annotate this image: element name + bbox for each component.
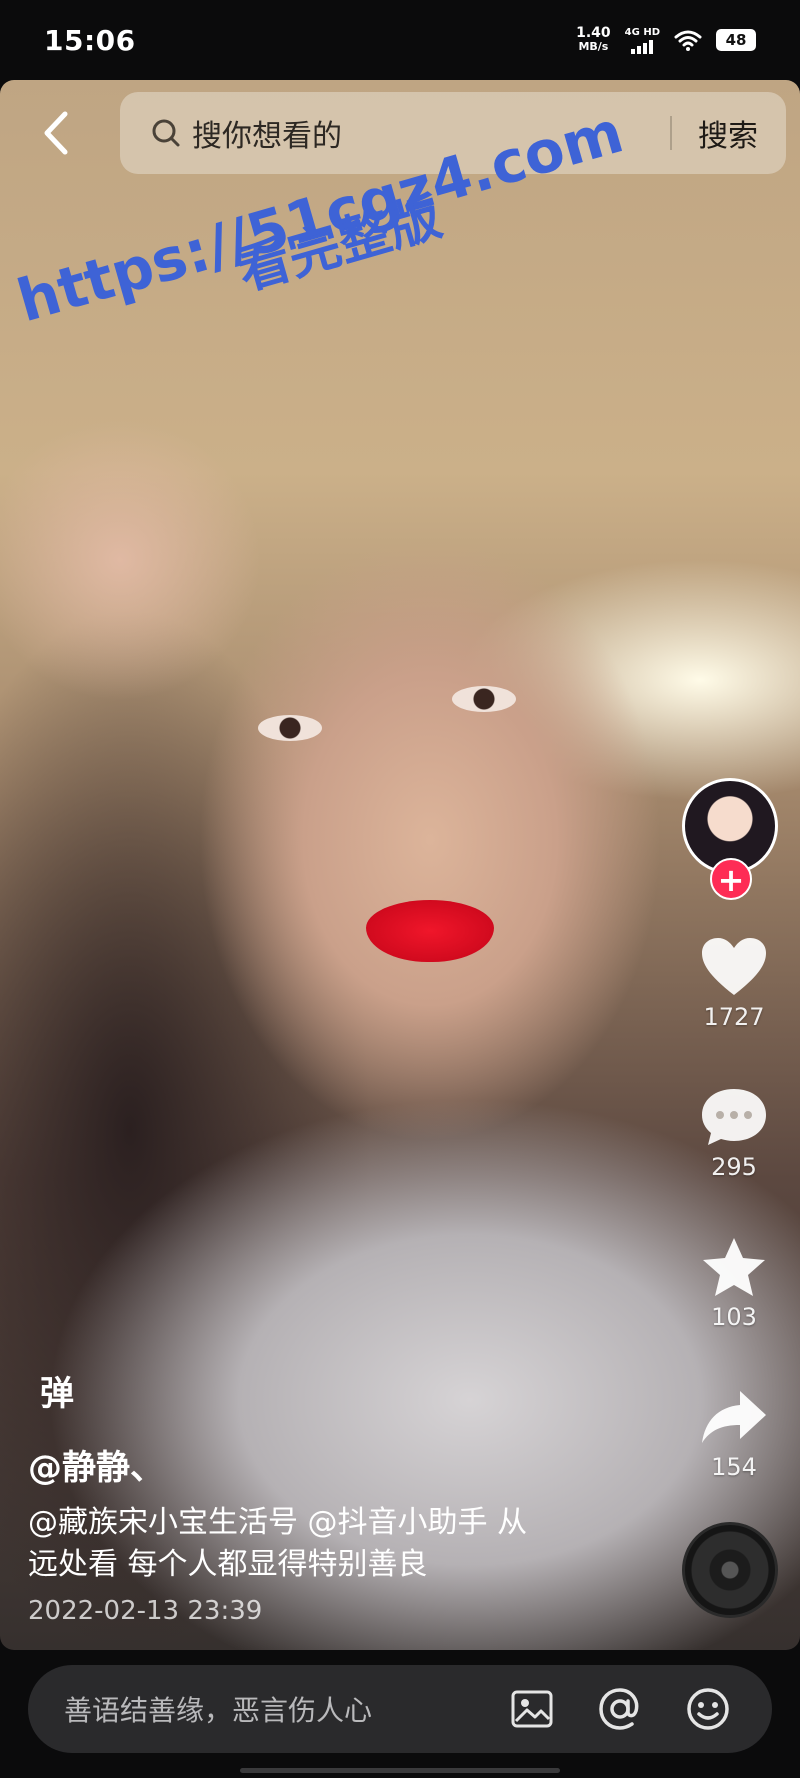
danmaku-toggle[interactable]: 弹: [40, 1366, 74, 1415]
like-count: 1727: [703, 1003, 765, 1031]
back-arrow-icon: [44, 111, 68, 155]
video-frame-detail: [258, 715, 322, 741]
image-icon[interactable]: [508, 1685, 556, 1733]
network-speed: 1.40 MB/s: [576, 26, 611, 54]
follow-button[interactable]: +: [710, 858, 752, 900]
video-player[interactable]: [0, 80, 800, 1650]
cellular-signal: 4G HD: [625, 27, 660, 54]
search-button[interactable]: 搜索: [672, 111, 786, 155]
comment-bar[interactable]: 善语结善缘，恶言伤人心: [28, 1665, 772, 1753]
share-count: 154: [711, 1453, 757, 1481]
heart-icon: [702, 938, 766, 995]
author-name[interactable]: @静静、: [28, 1440, 164, 1489]
star-icon: [703, 1238, 765, 1296]
like-button[interactable]: 1727: [690, 935, 778, 1031]
comment-count: 295: [711, 1153, 757, 1181]
at-icon[interactable]: [596, 1685, 644, 1733]
home-indicator: [240, 1768, 560, 1773]
comment-input[interactable]: 善语结善缘，恶言伤人心: [28, 1689, 508, 1729]
favorite-count: 103: [711, 1303, 757, 1331]
caption-line: 远处看 每个人都显得特别善良: [28, 1547, 428, 1582]
comment-button[interactable]: 295: [690, 1085, 778, 1181]
video-caption: @藏族宋小宝生活号 @抖音小助手 从 远处看 每个人都显得特别善良: [28, 1502, 628, 1586]
share-button[interactable]: 154: [690, 1385, 778, 1481]
status-indicators: 1.40 MB/s 4G HD 48: [576, 26, 756, 54]
status-time: 15:06: [44, 23, 136, 57]
back-button[interactable]: [34, 105, 78, 161]
network-speed-unit: MB/s: [578, 40, 609, 53]
status-bar: 15:06 1.40 MB/s 4G HD 48: [0, 0, 800, 80]
video-frame-detail: [452, 686, 516, 712]
favorite-button[interactable]: 103: [690, 1235, 778, 1331]
signal-bars-icon: [631, 38, 654, 54]
post-date: 2022-02-13 23:39: [28, 1596, 263, 1626]
search-icon: [152, 119, 180, 147]
caption-line: @藏族宋小宝生活号 @抖音小助手 从: [28, 1505, 528, 1540]
battery-indicator: 48: [716, 29, 756, 51]
music-disc[interactable]: [682, 1522, 778, 1618]
share-arrow-icon: [702, 1391, 766, 1443]
comment-bubble-icon: [702, 1089, 766, 1145]
network-type: 4G HD: [624, 26, 660, 38]
emoji-icon[interactable]: [684, 1685, 732, 1733]
wifi-icon: [674, 30, 702, 51]
video-frame-detail: [366, 900, 494, 962]
network-speed-value: 1.40: [576, 25, 611, 41]
